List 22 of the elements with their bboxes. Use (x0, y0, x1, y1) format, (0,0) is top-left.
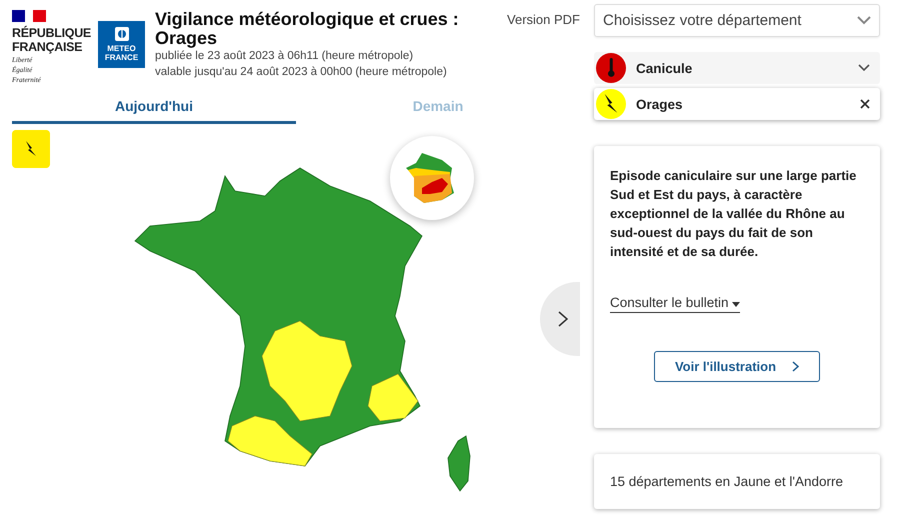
chevron-icon (557, 310, 569, 328)
bulletin-link[interactable]: Consulter le bulletin (610, 295, 740, 313)
close-icon[interactable] (860, 99, 870, 109)
validity-date: valable jusqu'au 24 août 2023 à 00h00 (heure métropole) (155, 65, 448, 80)
pdf-link[interactable]: Version PDF (507, 12, 580, 27)
lightning-icon (12, 130, 50, 168)
chevron-icon[interactable] (858, 64, 870, 72)
summary-card: 15 départements en Jaune et l'Andorre (594, 454, 880, 509)
page-title: Vigilance météorologique et crues : Orages (155, 10, 460, 48)
meteo-logo: METEO FRANCE (98, 21, 145, 68)
department-select[interactable]: Choisissez votre département (594, 4, 880, 37)
published-date: publiée le 23 août 2023 à 06h11 (heure métropole) (155, 49, 414, 64)
hazard-item[interactable]: Orages (594, 88, 880, 120)
republic-logo-text: RÉPUBLIQUE FRANÇAISE (12, 26, 90, 54)
chevron-icon (857, 16, 871, 25)
day-tab[interactable]: Aujourd'hui (12, 94, 296, 124)
chevron-icon (792, 361, 800, 372)
illustration-button[interactable]: Voir l'illustration (654, 351, 820, 382)
caret-icon (732, 302, 740, 307)
hazard-item[interactable]: Canicule (594, 52, 880, 84)
bulletin-text: Episode caniculaire sur une large partie Sud et Est du pays, à caractère exceptionnel de la vallée du Rhône au sud-ouest du pays du fait de son intensité et de sa durée. (610, 167, 858, 261)
flag-logo (12, 10, 46, 22)
